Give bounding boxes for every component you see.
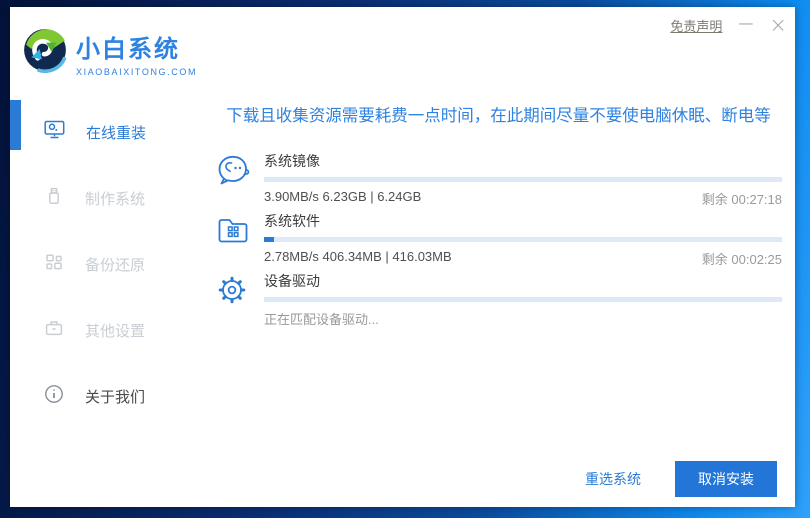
- sidebar-item-make-system[interactable]: 制作系统: [10, 178, 210, 218]
- task-stats: 3.90MB/s 6.23GB | 6.24GB: [264, 189, 421, 208]
- task-title: 系统镜像: [264, 151, 782, 171]
- sidebar: 在线重装 制作系统 备份还原: [10, 112, 210, 442]
- task-title: 系统软件: [264, 211, 782, 231]
- info-circle-icon: [44, 384, 64, 408]
- titlebar: 免责声明 — ×: [670, 15, 787, 36]
- usb-drive-icon: [44, 186, 64, 210]
- brand-logo-icon: [22, 27, 68, 78]
- download-notice: 下载且收集资源需要耗费一点时间，在此期间尽量不要使电脑休眠、断电等: [215, 102, 782, 126]
- sidebar-item-label: 在线重装: [86, 122, 146, 143]
- brand-name: 小白系统: [76, 29, 197, 64]
- sidebar-item-label: 其他设置: [85, 320, 145, 341]
- gear-icon: [215, 271, 251, 319]
- task-remaining-time: 剩余 00:27:18: [702, 189, 782, 208]
- task-remaining-time: 剩余 00:02:25: [702, 249, 782, 268]
- backup-grid-icon: [44, 252, 64, 276]
- briefcase-icon: [44, 318, 64, 342]
- brand-header: 小白系统 XIAOBAIXITONG.COM: [22, 27, 197, 78]
- task-row-system-image: 系统镜像 3.90MB/s 6.23GB | 6.24GB 剩余 00:27:1…: [215, 151, 782, 199]
- progress-bar-fill: [264, 237, 274, 242]
- sidebar-item-other-settings[interactable]: 其他设置: [10, 310, 210, 350]
- reselect-system-button[interactable]: 重选系统: [585, 469, 641, 489]
- sidebar-item-about-us[interactable]: 关于我们: [10, 376, 210, 416]
- brand-domain: XIAOBAIXITONG.COM: [76, 67, 197, 77]
- sidebar-item-online-reinstall[interactable]: 在线重装: [10, 112, 210, 152]
- sidebar-item-label: 制作系统: [85, 188, 145, 209]
- task-stats: 2.78MB/s 406.34MB | 416.03MB: [264, 249, 452, 268]
- task-row-device-driver: 设备驱动 正在匹配设备驱动...: [215, 271, 782, 319]
- sidebar-item-label: 关于我们: [85, 386, 145, 407]
- minimize-button[interactable]: —: [738, 16, 753, 35]
- task-status: 正在匹配设备驱动...: [264, 309, 379, 328]
- folder-apps-icon: [215, 211, 251, 259]
- progress-bar: [264, 297, 782, 302]
- disclaimer-link[interactable]: 免责声明: [670, 16, 722, 35]
- progress-bar: [264, 177, 782, 182]
- monitor-search-icon: [44, 120, 65, 144]
- sidebar-item-backup-restore[interactable]: 备份还原: [10, 244, 210, 284]
- progress-bar: [264, 237, 782, 242]
- sidebar-item-label: 备份还原: [85, 254, 145, 275]
- task-title: 设备驱动: [264, 271, 782, 291]
- main-content: 下载且收集资源需要耗费一点时间，在此期间尽量不要使电脑休眠、断电等 系统镜像: [215, 102, 782, 331]
- task-list: 系统镜像 3.90MB/s 6.23GB | 6.24GB 剩余 00:27:1…: [215, 151, 782, 319]
- footer-actions: 重选系统 取消安装: [585, 461, 777, 497]
- task-row-system-software: 系统软件 2.78MB/s 406.34MB | 416.03MB 剩余 00:…: [215, 211, 782, 259]
- close-button[interactable]: ×: [769, 15, 787, 36]
- cancel-install-button[interactable]: 取消安装: [675, 461, 777, 497]
- app-window: 免责声明 — × 小白系统 XIAOBAIXITONG.COM: [10, 7, 795, 507]
- mascot-face-icon: [215, 151, 251, 199]
